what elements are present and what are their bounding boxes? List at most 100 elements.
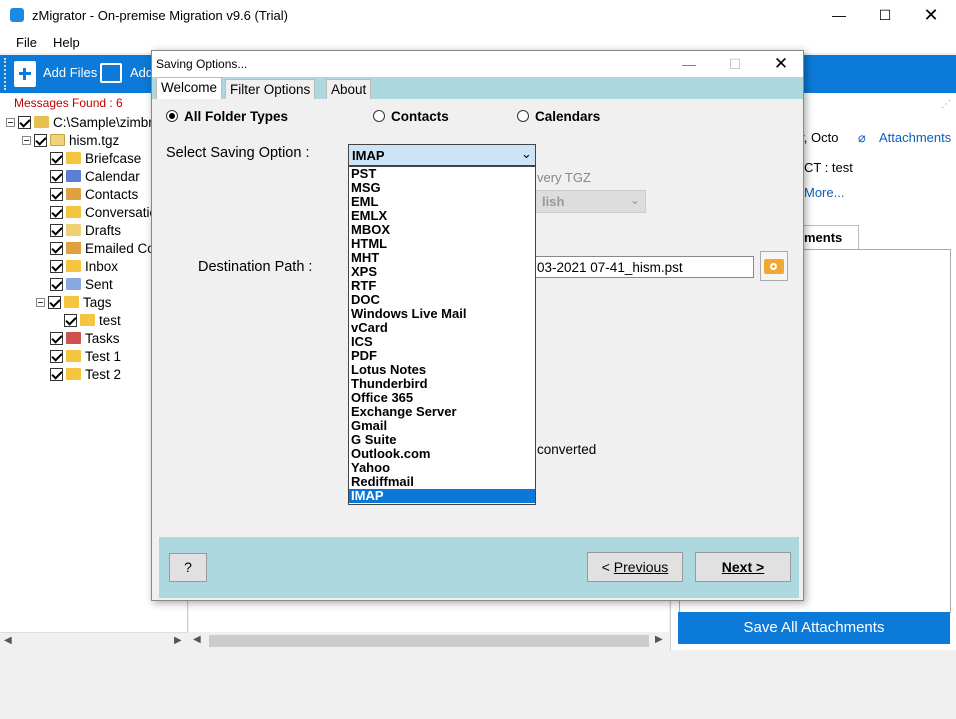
option-ics[interactable]: ICS xyxy=(349,335,535,349)
option-msg[interactable]: MSG xyxy=(349,181,535,195)
option-lotus-notes[interactable]: Lotus Notes xyxy=(349,363,535,377)
saving-option-select[interactable]: IMAP ⌄ xyxy=(348,144,536,166)
radio-all-folder-types[interactable]: All Folder Types xyxy=(166,109,288,124)
checkbox[interactable] xyxy=(50,188,63,201)
radio-contacts[interactable]: Contacts xyxy=(373,109,449,124)
option-mbox[interactable]: MBOX xyxy=(349,223,535,237)
tree-item-contacts[interactable]: Contacts xyxy=(50,187,138,205)
tree-item-test1[interactable]: Test 1 xyxy=(50,349,121,367)
select-saving-option-label: Select Saving Option : xyxy=(166,145,310,161)
option-office-365[interactable]: Office 365 xyxy=(349,391,535,405)
help-button[interactable]: ? xyxy=(169,553,207,582)
destination-path-input[interactable]: 03-2021 07-41_hism.pst xyxy=(535,256,754,278)
left-horizontal-scrollbar[interactable]: ◀ ▶ xyxy=(0,632,188,650)
option-outlook-com[interactable]: Outlook.com xyxy=(349,447,535,461)
checkbox[interactable] xyxy=(50,368,63,381)
maximize-icon[interactable]: ☐ xyxy=(862,0,908,31)
checkbox[interactable] xyxy=(50,152,63,165)
close-icon[interactable]: ✕ xyxy=(908,0,954,31)
save-all-attachments-button[interactable]: Save All Attachments xyxy=(678,612,950,644)
middle-horizontal-scrollbar[interactable]: ◀ ▶ xyxy=(189,632,669,650)
checkbox[interactable] xyxy=(50,170,63,183)
option-rtf[interactable]: RTF xyxy=(349,279,535,293)
tree-item-test2[interactable]: Test 2 xyxy=(50,367,121,385)
next-button[interactable]: Next > xyxy=(695,552,791,582)
add-folder-button[interactable]: Add xyxy=(130,65,153,80)
folder-icon xyxy=(66,206,81,218)
tree-item-briefcase[interactable]: Briefcase xyxy=(50,151,141,169)
more-link[interactable]: More... xyxy=(804,185,844,200)
tree-item-test[interactable]: test xyxy=(64,313,121,331)
checkbox[interactable] xyxy=(50,206,63,219)
radio-calendars[interactable]: Calendars xyxy=(517,109,600,124)
attachments-link[interactable]: Attachments xyxy=(879,130,951,145)
checkbox[interactable] xyxy=(64,314,77,327)
option-exchange-server[interactable]: Exchange Server xyxy=(349,405,535,419)
resize-grip-icon[interactable]: ⋰ xyxy=(941,99,951,110)
drafts-icon xyxy=(66,224,81,236)
collapse-icon[interactable] xyxy=(6,118,15,127)
option-gmail[interactable]: Gmail xyxy=(349,419,535,433)
scroll-right-icon[interactable]: ▶ xyxy=(655,634,663,645)
tree-item-sent[interactable]: Sent xyxy=(50,277,113,295)
checkbox[interactable] xyxy=(50,332,63,345)
previous-button[interactable]: < Previous xyxy=(587,552,683,582)
option-rediffmail[interactable]: Rediffmail xyxy=(349,475,535,489)
tree-root[interactable]: C:\Sample\zimbra xyxy=(6,115,160,133)
option-imap[interactable]: IMAP xyxy=(349,489,535,503)
folder-icon xyxy=(66,368,81,380)
tree-archive[interactable]: hism.tgz xyxy=(22,133,119,151)
scroll-thumb[interactable] xyxy=(209,635,649,647)
option-emlx[interactable]: EMLX xyxy=(349,209,535,223)
tree-item-inbox[interactable]: Inbox xyxy=(50,259,118,277)
option-windows-live-mail[interactable]: Windows Live Mail xyxy=(349,307,535,321)
tab-attachments[interactable]: ments xyxy=(801,225,859,249)
checkbox[interactable] xyxy=(50,278,63,291)
add-files-button[interactable]: Add Files xyxy=(43,65,97,80)
tab-about[interactable]: About xyxy=(326,79,372,99)
option-doc[interactable]: DOC xyxy=(349,293,535,307)
dialog-close-icon[interactable]: ✕ xyxy=(758,51,804,77)
dialog-minimize-icon[interactable]: — xyxy=(666,51,712,77)
scroll-left-icon[interactable]: ◀ xyxy=(4,635,12,646)
inbox-icon xyxy=(66,260,81,272)
option-thunderbird[interactable]: Thunderbird xyxy=(349,377,535,391)
checkbox[interactable] xyxy=(18,116,31,129)
checkbox[interactable] xyxy=(50,260,63,273)
tasks-icon xyxy=(66,332,81,344)
browse-button[interactable] xyxy=(760,251,788,281)
window-title: zMigrator - On-premise Migration v9.6 (T… xyxy=(32,8,288,23)
scroll-left-icon[interactable]: ◀ xyxy=(193,634,201,645)
option-vcard[interactable]: vCard xyxy=(349,321,535,335)
tree-item-tasks[interactable]: Tasks xyxy=(50,331,120,349)
collapse-icon[interactable] xyxy=(22,136,31,145)
checkbox[interactable] xyxy=(50,242,63,255)
tree-item-tags[interactable]: Tags xyxy=(36,295,112,313)
radio-label: Contacts xyxy=(391,109,449,124)
option-yahoo[interactable]: Yahoo xyxy=(349,461,535,475)
checkbox[interactable] xyxy=(48,296,61,309)
menu-file[interactable]: File xyxy=(16,35,37,50)
option-pst[interactable]: PST xyxy=(349,167,535,181)
tree-item-label: Sent xyxy=(85,277,113,292)
menu-help[interactable]: Help xyxy=(53,35,80,50)
option-eml[interactable]: EML xyxy=(349,195,535,209)
tree-item-calendar[interactable]: Calendar xyxy=(50,169,140,187)
scroll-right-icon[interactable]: ▶ xyxy=(174,635,182,646)
checkbox[interactable] xyxy=(50,224,63,237)
add-files-icon[interactable] xyxy=(14,61,36,87)
tab-welcome[interactable]: Welcome xyxy=(156,77,223,99)
option-xps[interactable]: XPS xyxy=(349,265,535,279)
checkbox[interactable] xyxy=(34,134,47,147)
tree-item-drafts[interactable]: Drafts xyxy=(50,223,121,241)
option-html[interactable]: HTML xyxy=(349,237,535,251)
option-g-suite[interactable]: G Suite xyxy=(349,433,535,447)
minimize-icon[interactable]: — xyxy=(816,0,862,31)
add-folder-icon[interactable] xyxy=(100,63,122,83)
tab-filter-options[interactable]: Filter Options xyxy=(225,79,316,99)
dialog-tabs: Welcome Filter Options About xyxy=(152,77,803,99)
option-pdf[interactable]: PDF xyxy=(349,349,535,363)
collapse-icon[interactable] xyxy=(36,298,45,307)
option-mht[interactable]: MHT xyxy=(349,251,535,265)
checkbox[interactable] xyxy=(50,350,63,363)
